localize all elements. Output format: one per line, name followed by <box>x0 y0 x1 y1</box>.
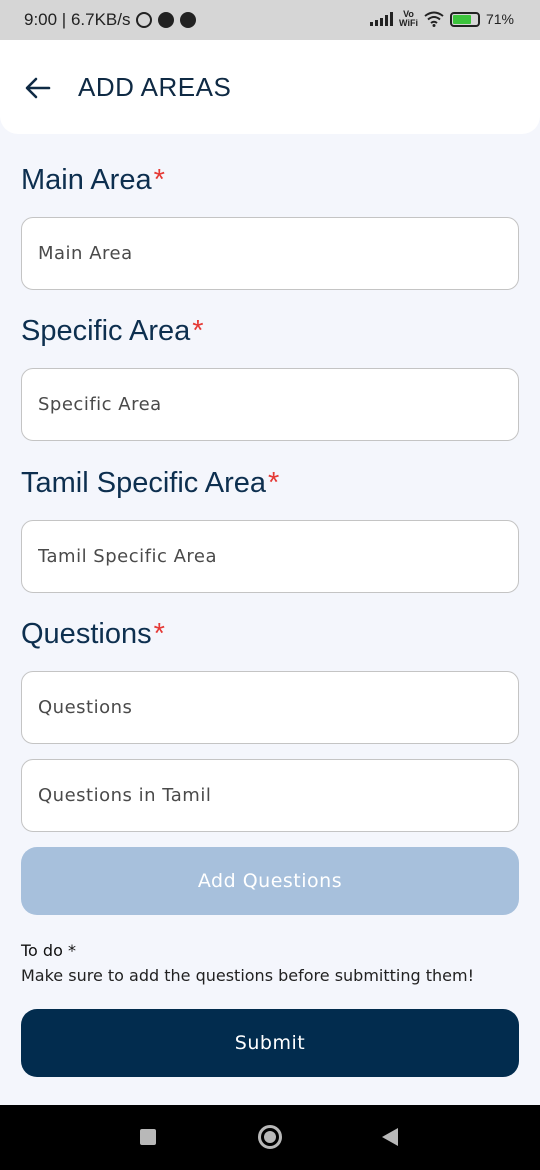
specific-area-label-text: Specific Area <box>21 315 191 347</box>
status-bar: 9:00 | 6.7KB/s Vo WiFi 71% <box>0 0 540 40</box>
nav-back-icon[interactable] <box>382 1128 398 1146</box>
status-time-speed: 9:00 | 6.7KB/s <box>24 10 131 29</box>
status-left: 9:00 | 6.7KB/s <box>24 10 197 30</box>
specific-area-field[interactable] <box>21 368 519 441</box>
tamil-specific-area-field[interactable] <box>21 520 519 593</box>
questions-input[interactable] <box>22 672 518 743</box>
main-area-input[interactable] <box>22 218 518 289</box>
notification-app-icon-2 <box>180 12 197 28</box>
questions-label-text: Questions <box>21 618 152 650</box>
main-area-label-text: Main Area <box>21 164 152 196</box>
submit-button[interactable]: Submit <box>21 1009 519 1077</box>
specific-area-label: Specific Area* <box>21 315 204 348</box>
vowifi-bottom: WiFi <box>399 18 418 28</box>
back-button[interactable] <box>20 70 56 106</box>
main-area-field[interactable] <box>21 217 519 290</box>
questions-label: Questions* <box>21 618 165 651</box>
main-area-label: Main Area* <box>21 164 165 197</box>
required-mark: * <box>192 315 204 347</box>
status-right: Vo WiFi 71% <box>370 10 514 28</box>
arrow-left-icon <box>25 77 51 99</box>
questions-tamil-field[interactable] <box>21 759 519 832</box>
tamil-specific-area-input[interactable] <box>22 521 518 592</box>
notification-app-icon <box>158 12 175 28</box>
signal-icon <box>370 12 394 26</box>
alarm-icon <box>136 12 153 28</box>
todo-text: Make sure to add the questions before su… <box>21 966 474 985</box>
specific-area-input[interactable] <box>22 369 518 440</box>
page-title: ADD AREAS <box>78 72 232 102</box>
tamil-specific-area-label: Tamil Specific Area* <box>21 467 279 500</box>
todo-title: To do * <box>21 941 76 960</box>
battery-icon <box>449 11 480 27</box>
battery-unit: % <box>501 11 514 27</box>
tamil-specific-area-label-text: Tamil Specific Area <box>21 467 266 499</box>
home-icon[interactable] <box>258 1125 282 1149</box>
app-header: ADD AREAS <box>0 40 540 134</box>
wifi-icon <box>424 11 444 27</box>
required-mark: * <box>153 164 165 196</box>
required-mark: * <box>153 618 165 650</box>
required-mark: * <box>268 467 280 499</box>
system-nav-bar <box>0 1105 540 1170</box>
recents-icon[interactable] <box>140 1129 156 1145</box>
questions-tamil-input[interactable] <box>22 760 518 831</box>
add-questions-button[interactable]: Add Questions <box>21 847 519 915</box>
battery-percent: 71 <box>485 11 502 27</box>
battery-level: 71% <box>486 11 514 27</box>
questions-field[interactable] <box>21 671 519 744</box>
vowifi-indicator: Vo WiFi <box>399 10 418 28</box>
